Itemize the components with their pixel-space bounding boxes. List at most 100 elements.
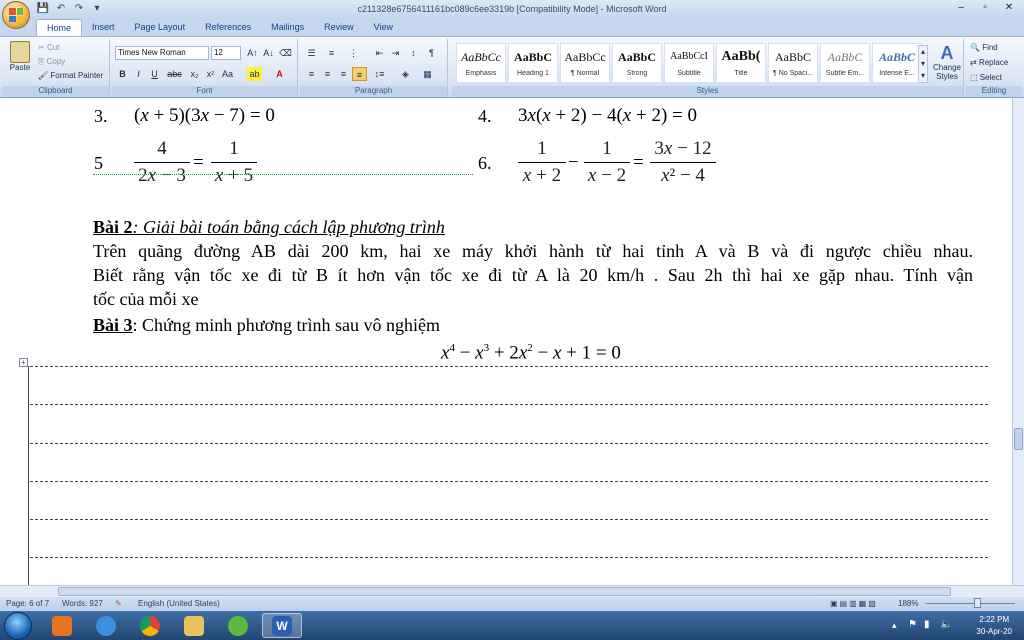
styles-scroll-icon[interactable]: ▴ ▾ ▾ — [918, 45, 928, 83]
tab-view[interactable]: View — [364, 19, 403, 36]
taskbar-app[interactable] — [218, 613, 258, 638]
change-styles-button[interactable]: A Change Styles — [930, 43, 964, 81]
increase-indent-icon[interactable]: ⇥ — [388, 46, 403, 60]
grow-font-icon[interactable]: A↑ — [245, 46, 260, 60]
italic-icon[interactable]: I — [131, 67, 146, 81]
tab-mailings[interactable]: Mailings — [261, 19, 314, 36]
zoom-slider[interactable] — [925, 603, 1015, 604]
word-count[interactable]: Words: 927 — [62, 599, 103, 608]
bold-icon[interactable]: B — [115, 67, 130, 81]
style-no-spacing[interactable]: AaBbC ¶ No Spaci... — [768, 43, 818, 83]
style-sample: AaBbC — [827, 50, 863, 64]
align-right-icon[interactable]: ≡ — [336, 67, 351, 81]
eq6-minus: − — [568, 152, 579, 173]
document-page[interactable]: 3. (x + 5)(3x − 7) = 0 4. 3x(x + 2) − 4(… — [0, 98, 1012, 585]
find-button[interactable]: 🔍 Find — [970, 43, 998, 52]
system-tray: ▴ ⚑ ▮ 🔈 2:22 PM 30-Apr-20 — [884, 611, 1024, 640]
tab-references[interactable]: References — [195, 19, 261, 36]
taskbar-media-player[interactable] — [42, 613, 82, 638]
eq5-equals: = — [193, 152, 204, 173]
underline-icon[interactable]: U — [147, 67, 162, 81]
table-move-handle-icon[interactable]: + — [19, 358, 28, 367]
clear-format-icon[interactable]: ⌫ — [278, 46, 293, 60]
shading-icon[interactable]: ◈ — [398, 67, 413, 81]
clipboard-group: Paste ✂ Cut ⎘ Copy 🖌 Format Painter Clip… — [2, 39, 110, 97]
tab-review[interactable]: Review — [314, 19, 364, 36]
style-name: Strong — [626, 70, 648, 77]
minimize-button[interactable]: – — [950, 1, 972, 15]
font-family-select[interactable]: Times New Roman — [115, 46, 209, 60]
change-styles-label: Change Styles — [932, 63, 962, 81]
style-subtitle[interactable]: AaBbCcI Subtitle — [664, 43, 714, 83]
shrink-font-icon[interactable]: A↓ — [261, 46, 276, 60]
eq5-fraction-left: 4 2x − 3 — [134, 138, 190, 187]
style-heading-1[interactable]: AaBbC Heading 1 — [508, 43, 558, 83]
horizontal-scroll-thumb[interactable] — [58, 587, 951, 596]
style-normal[interactable]: AaBbCc ¶ Normal — [560, 43, 610, 83]
start-button[interactable] — [4, 612, 32, 640]
font-size-select[interactable]: 12 — [211, 46, 241, 60]
style-subtle-emphasis[interactable]: AaBbC Subtle Em... — [820, 43, 870, 83]
bai3-title: Bài 3 — [93, 315, 133, 335]
select-button[interactable]: ⬚ Select — [970, 73, 1002, 82]
language-indicator[interactable]: English (United States) — [138, 599, 220, 608]
justify-icon[interactable]: ≡ — [352, 67, 367, 81]
horizontal-scrollbar[interactable] — [0, 585, 1024, 597]
sort-icon[interactable]: ↕ — [406, 46, 421, 60]
line-spacing-icon[interactable]: ↕≡ — [372, 67, 387, 81]
copy-button[interactable]: ⎘ Copy — [38, 57, 65, 67]
zoom-slider-thumb[interactable] — [974, 598, 981, 608]
proofing-icon[interactable]: ✎ — [115, 599, 122, 608]
format-painter-button[interactable]: 🖌 Format Painter — [38, 71, 103, 80]
view-buttons[interactable]: ▣▤▥▦▧ — [830, 599, 878, 608]
tab-page-layout[interactable]: Page Layout — [125, 19, 196, 36]
word-icon: W — [272, 615, 292, 636]
page-indicator[interactable]: Page: 6 of 7 — [6, 599, 49, 608]
decrease-indent-icon[interactable]: ⇤ — [372, 46, 387, 60]
paste-icon — [10, 41, 30, 63]
tray-flag-icon[interactable]: ⚑ — [908, 619, 917, 630]
tab-home[interactable]: Home — [36, 19, 83, 36]
subscript-icon[interactable]: x₂ — [187, 67, 202, 81]
network-icon[interactable]: ▮ — [924, 619, 930, 630]
align-left-icon[interactable]: ≡ — [304, 67, 319, 81]
style-title[interactable]: AaBb(Title — [716, 43, 766, 83]
style-sample: AaBbCcI — [670, 51, 708, 62]
office-button[interactable] — [2, 1, 30, 29]
superscript-icon[interactable]: x² — [203, 67, 218, 81]
vertical-scroll-thumb[interactable] — [1014, 428, 1023, 450]
office-logo-icon — [9, 8, 23, 22]
vertical-scrollbar[interactable] — [1012, 98, 1024, 585]
eq5-number: 5 — [94, 153, 103, 173]
paste-button[interactable]: Paste — [8, 41, 32, 81]
multilevel-list-icon[interactable]: ⋮ — [346, 46, 361, 60]
taskbar-file-explorer[interactable] — [174, 613, 214, 638]
replace-button[interactable]: ⇄ Replace — [970, 58, 1008, 67]
highlight-icon[interactable]: ab — [247, 67, 262, 81]
eq6-number: 6. — [478, 153, 492, 173]
clock[interactable]: 2:22 PM 30-Apr-20 — [976, 614, 1012, 638]
numbering-icon[interactable]: ≡ — [324, 46, 339, 60]
change-case-icon[interactable]: Aa — [220, 67, 235, 81]
bullets-icon[interactable]: ☰ — [304, 46, 319, 60]
zoom-level[interactable]: 188% — [898, 599, 918, 608]
font-color-icon[interactable]: A — [272, 67, 287, 81]
tab-insert[interactable]: Insert — [82, 19, 125, 36]
cut-button[interactable]: ✂ Cut — [38, 43, 59, 52]
style-emphasis[interactable]: AaBbCc Emphasis — [456, 43, 506, 83]
show-marks-icon[interactable]: ¶ — [424, 46, 439, 60]
editing-group-label: Editing — [966, 86, 1022, 97]
taskbar-chrome[interactable] — [130, 613, 170, 638]
strikethrough-icon[interactable]: abc — [167, 67, 182, 81]
taskbar-word[interactable]: W — [262, 613, 302, 638]
tray-expand-icon[interactable]: ▴ — [892, 620, 897, 631]
taskbar-internet-explorer[interactable] — [86, 613, 126, 638]
borders-icon[interactable]: ▦ — [420, 67, 435, 81]
volume-icon[interactable]: 🔈 — [940, 619, 952, 630]
close-button[interactable]: ✕ — [998, 1, 1020, 15]
style-intense-emphasis[interactable]: AaBbC Intense E... — [872, 43, 922, 83]
align-center-icon[interactable]: ≡ — [320, 67, 335, 81]
maximize-button[interactable]: ▫ — [974, 1, 996, 15]
bai2-heading: Bài 2: Giải bài toán bằng cách lập phươn… — [93, 217, 445, 238]
style-strong[interactable]: AaBbC Strong — [612, 43, 662, 83]
